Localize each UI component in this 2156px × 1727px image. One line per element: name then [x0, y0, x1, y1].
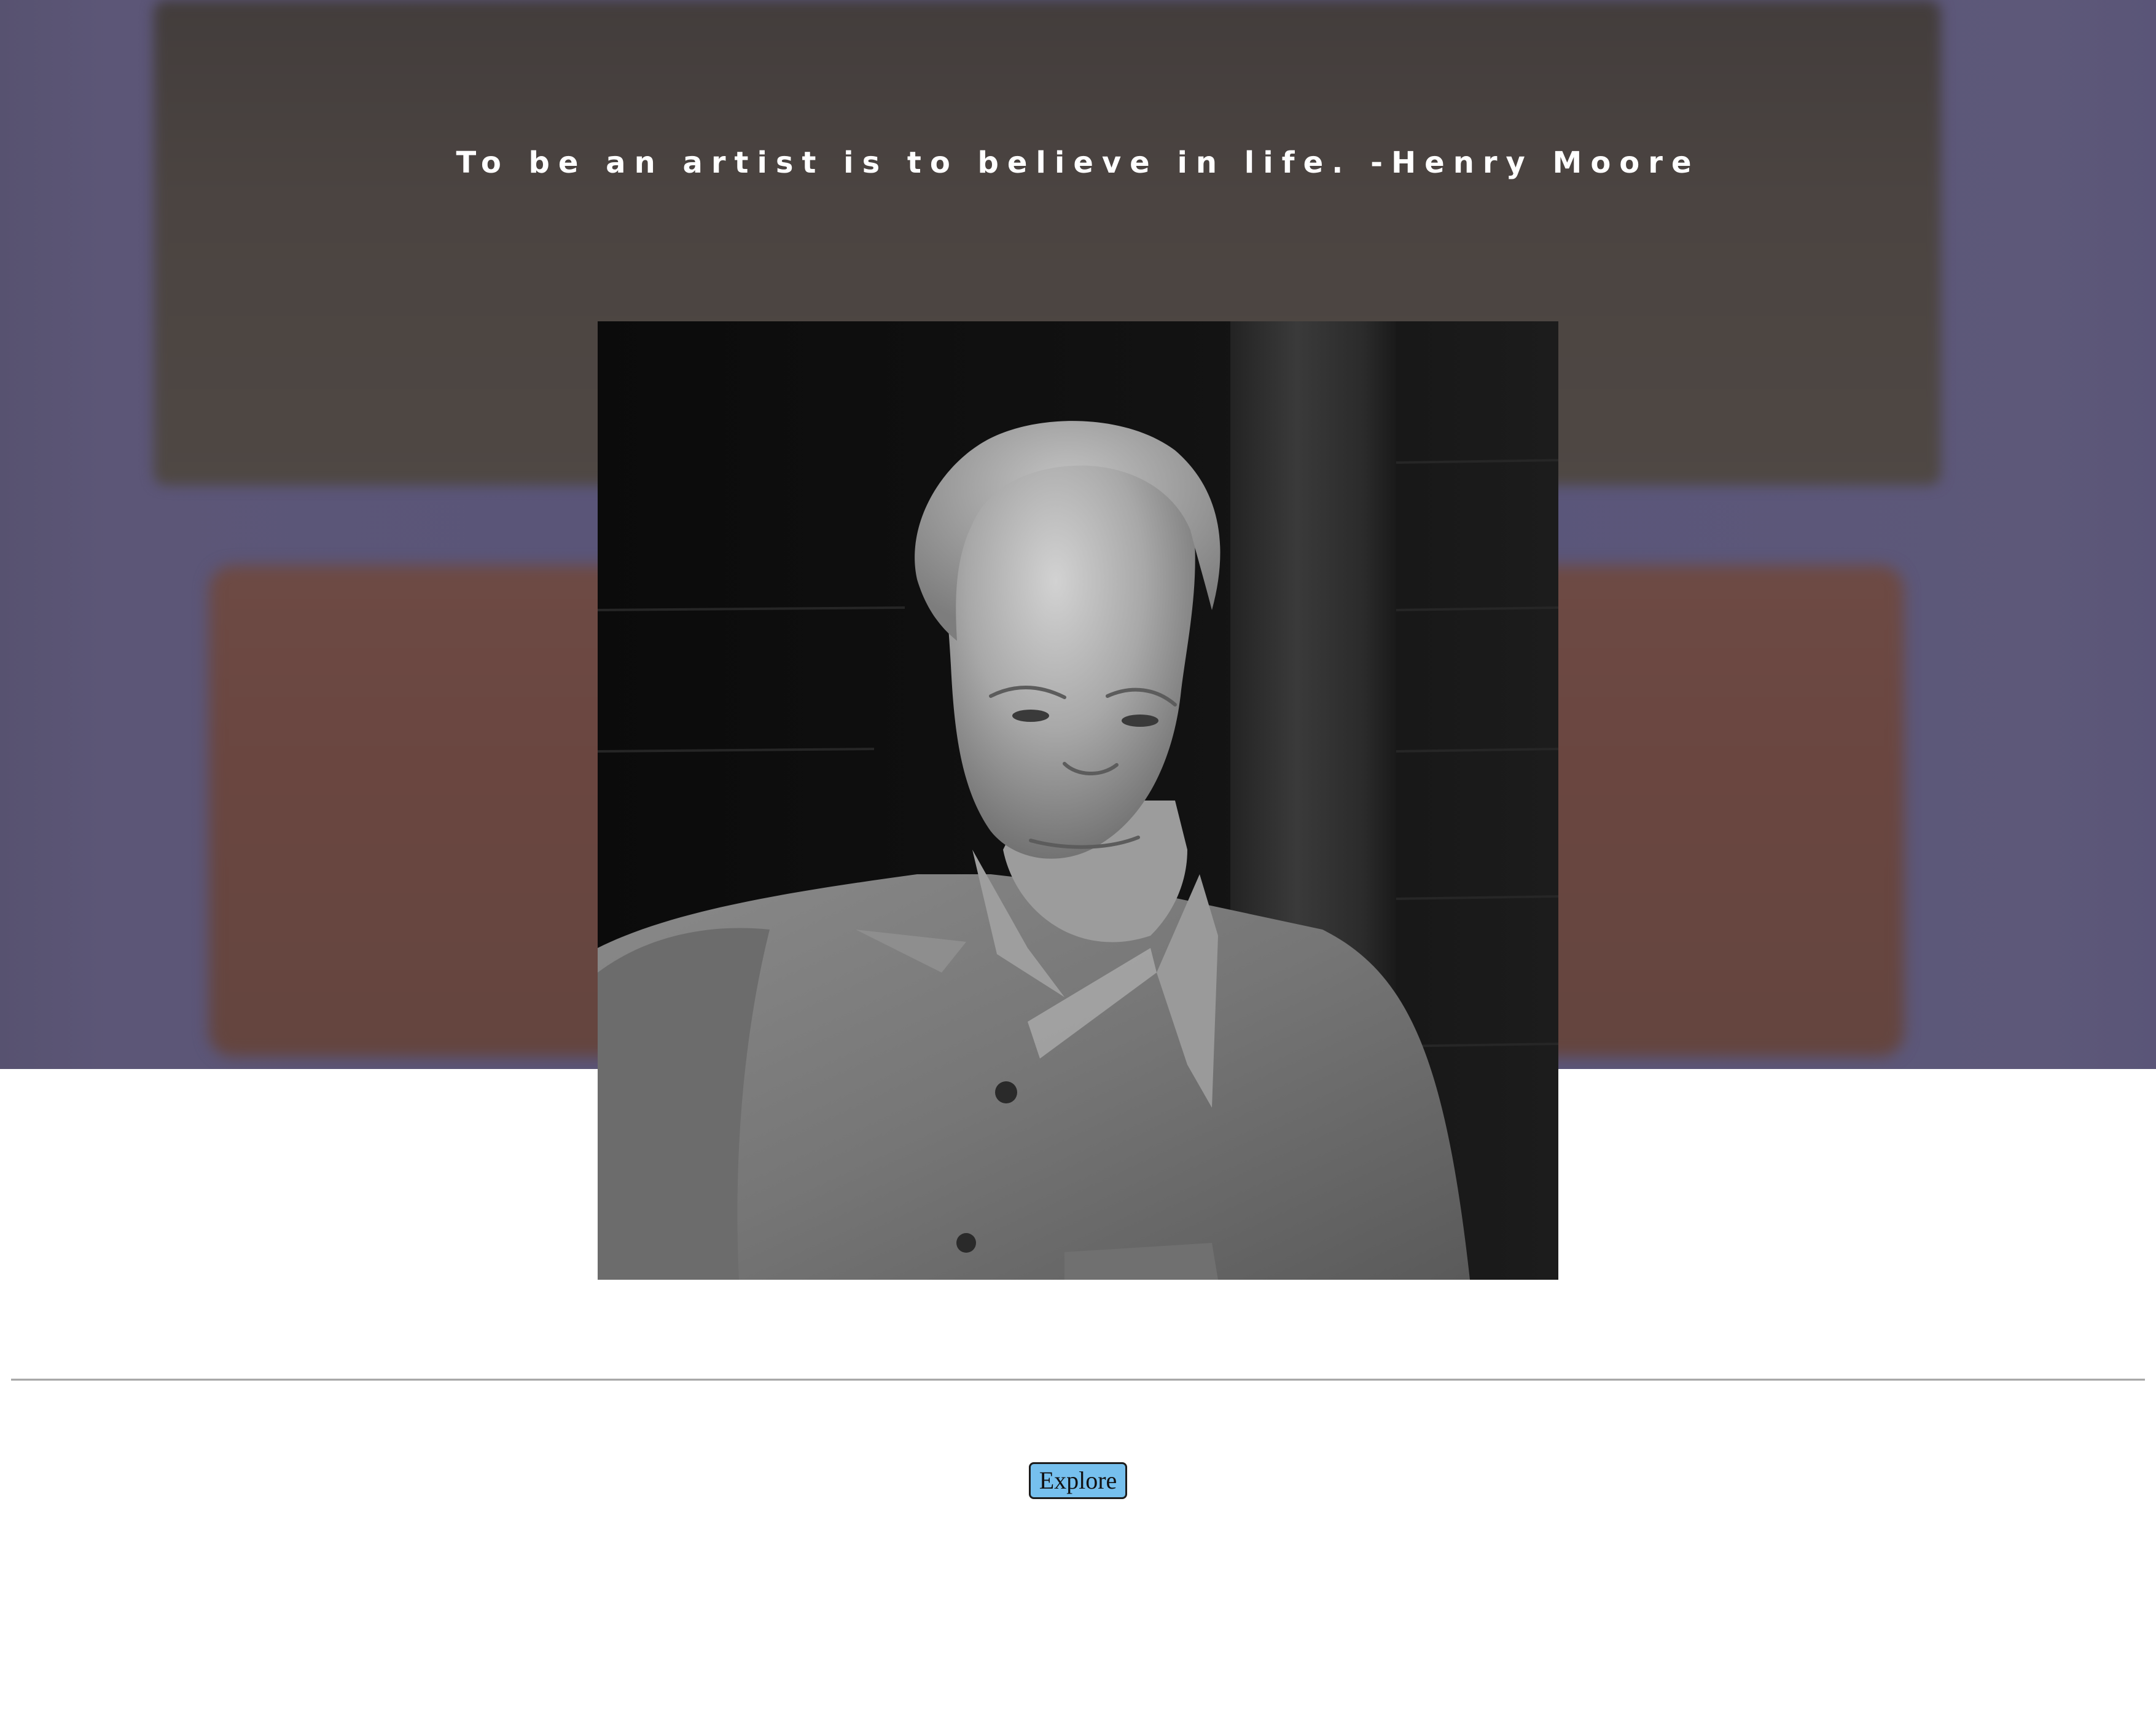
section-divider — [11, 1379, 2145, 1381]
hero-quote: To be an artist is to believe in life. -… — [456, 146, 1700, 180]
explore-button[interactable]: Explore — [1029, 1462, 1127, 1499]
portrait-image — [598, 321, 1558, 1280]
